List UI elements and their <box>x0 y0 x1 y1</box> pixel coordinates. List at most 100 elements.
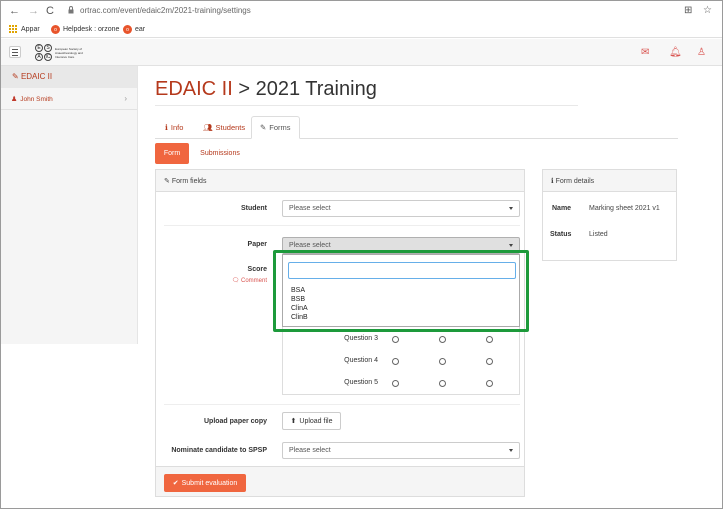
back-icon[interactable]: ← <box>9 5 20 17</box>
apps-icon <box>9 25 18 34</box>
user-icon[interactable]: ♙ <box>697 47 706 58</box>
url-text[interactable]: ortrac.com/event/edaic2m/2021-training/s… <box>80 6 251 15</box>
edit-icon: ✎ <box>12 72 19 81</box>
divider <box>164 225 520 226</box>
upload-file-button[interactable]: ⬆ Upload file <box>282 412 341 430</box>
details-name-label: Name <box>552 205 572 212</box>
browser-address-bar: ← → C ortrac.com/event/edaic2m/2021-trai… <box>1 1 722 22</box>
info-icon: ℹ <box>551 178 554 185</box>
comment-icon: 🗨︎ <box>231 278 240 284</box>
nominate-select[interactable]: Please select <box>282 442 520 459</box>
upload-label: Upload paper copy <box>203 418 267 425</box>
sidebar-item-label: John Smith <box>20 96 53 103</box>
tab-students[interactable]: 👥︎ Students <box>195 116 253 139</box>
tab-label: Students <box>215 123 246 132</box>
question-label: Question 4 <box>344 357 378 364</box>
submit-evaluation-button[interactable]: ✔ Submit evaluation <box>164 474 246 492</box>
details-status-label: Status <box>550 231 572 238</box>
orzone-icon: o <box>51 25 60 34</box>
check-icon: ✔ <box>172 480 179 487</box>
menu-toggle-button[interactable] <box>9 46 21 58</box>
lock-icon <box>68 6 74 14</box>
dropdown-option[interactable]: ClinB <box>291 314 308 321</box>
comment-link-label: Comment <box>240 278 267 284</box>
nominate-label: Nominate candidate to SPSP <box>171 447 267 454</box>
caret-down-icon <box>509 449 513 452</box>
form-details-panel: ℹ Form details <box>542 169 677 261</box>
panel-heading: ℹ Form details <box>543 170 676 192</box>
chevron-right-icon: › <box>124 94 127 103</box>
caret-down-icon <box>509 244 513 247</box>
score-radio[interactable] <box>439 380 446 387</box>
select-value: Please select <box>289 205 331 212</box>
student-select[interactable]: Please select <box>282 200 520 217</box>
edit-icon: ✎ <box>164 178 170 185</box>
sidebar-head-label: EDAIC II <box>20 72 53 81</box>
forward-icon[interactable]: → <box>28 5 39 17</box>
caret-down-icon <box>509 207 513 210</box>
title-divider <box>155 105 578 106</box>
score-radio[interactable] <box>486 380 493 387</box>
button-label: Upload file <box>299 417 333 425</box>
bookmark-helpdesk[interactable]: o Helpdesk : orzone <box>51 25 119 34</box>
panel-title: Form details <box>555 178 595 185</box>
paper-label: Paper <box>247 241 267 248</box>
bookmark-label: ear <box>135 26 146 33</box>
esaic-logo[interactable]: E S A IC European Society of Anaesthesiolog… <box>35 44 87 61</box>
dropdown-search-input[interactable] <box>288 262 516 279</box>
question-label: Question 3 <box>344 335 378 342</box>
page-title-brand[interactable]: EDAIC II <box>155 78 233 100</box>
bookmark-apps[interactable]: Appar <box>9 25 40 34</box>
page-title-text: 2021 Training <box>255 78 377 100</box>
score-radio[interactable] <box>486 358 493 365</box>
page-title: EDAIC II > 2021 Training <box>155 78 377 101</box>
score-radio[interactable] <box>486 336 493 343</box>
tab-label: Forms <box>269 123 291 132</box>
score-radio[interactable] <box>392 336 399 343</box>
score-label: Score <box>247 266 267 273</box>
upload-icon: ⬆ <box>290 418 297 425</box>
star-icon[interactable]: ☆ <box>703 5 712 16</box>
dropdown-option[interactable]: ClinA <box>291 305 308 312</box>
sidebar: ✎ EDAIC II ♟ John Smith › <box>1 66 138 344</box>
bell-icon[interactable]: 🔔︎ <box>669 47 682 58</box>
sidebar-head[interactable]: ✎ EDAIC II <box>1 66 137 88</box>
panel-heading: ✎ Form fields <box>156 170 524 192</box>
subtab-form[interactable]: Form <box>155 143 189 164</box>
paper-select[interactable]: Please select <box>282 237 520 254</box>
select-value: Please select <box>289 447 331 454</box>
tab-label: Info <box>170 123 184 132</box>
bookmark-label: Appar <box>21 26 40 33</box>
sidebar-item-john-smith[interactable]: ♟ John Smith › <box>1 88 137 110</box>
select-value: Please select <box>289 242 331 249</box>
score-radio[interactable] <box>392 380 399 387</box>
app-top-bar: E S A IC European Society of Anaesthesiolog… <box>1 39 722 66</box>
score-radio[interactable] <box>439 336 446 343</box>
subtab-submissions[interactable]: Submissions <box>194 143 246 164</box>
bookmark-ear[interactable]: o ear <box>123 25 145 34</box>
orzone-icon: o <box>123 25 132 34</box>
translate-icon[interactable]: ⊞ <box>684 5 692 16</box>
button-label: Submit evaluation <box>181 479 238 487</box>
question-label: Question 5 <box>344 379 378 386</box>
dropdown-option[interactable]: BSB <box>291 296 305 303</box>
info-icon: ℹ <box>165 123 168 132</box>
score-radio[interactable] <box>392 358 399 365</box>
dropdown-option[interactable]: BSA <box>291 287 305 294</box>
mail-icon[interactable]: ✉ <box>641 47 649 58</box>
comment-link[interactable]: 🗨︎ Comment <box>200 277 267 284</box>
tab-forms[interactable]: ✎ Forms <box>251 116 300 139</box>
person-icon: ♟ <box>11 96 18 103</box>
score-radio[interactable] <box>439 358 446 365</box>
users-icon: 👥︎ <box>203 123 213 132</box>
tab-info[interactable]: ℹ Info <box>157 116 191 139</box>
tabs: ℹ Info 👥︎ Students ✎ Forms <box>155 116 678 139</box>
details-status-value: Listed <box>589 231 608 238</box>
student-label: Student <box>240 205 267 212</box>
divider <box>164 404 520 405</box>
paper-dropdown: BSA BSB ClinA ClinB <box>282 254 520 327</box>
edit-icon: ✎ <box>260 123 267 132</box>
bookmark-label: Helpdesk : orzone <box>63 26 120 33</box>
reload-icon[interactable]: C <box>46 5 54 17</box>
page-title-separator: > <box>238 78 251 100</box>
